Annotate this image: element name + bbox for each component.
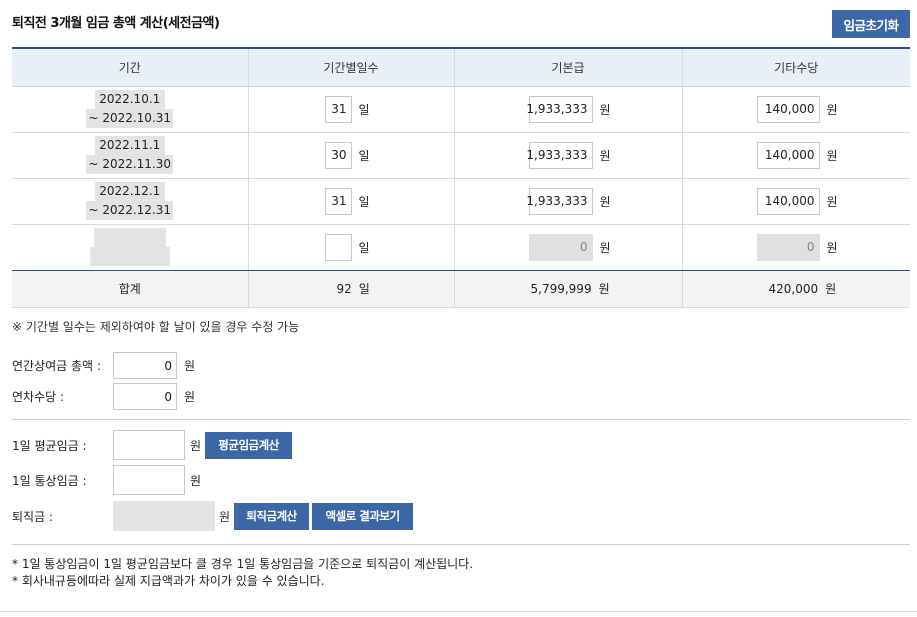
- won-unit: 원: [599, 148, 611, 163]
- period-start-blank: [93, 228, 166, 247]
- header-days: 기간별일수: [247, 47, 454, 87]
- divider: [12, 544, 910, 545]
- severance-row: 퇴직금 : 원 퇴직금계산 액셀로 결과보기: [12, 501, 414, 531]
- period-start: 2022.10.1: [94, 90, 165, 109]
- avg-wage-input[interactable]: [113, 430, 185, 460]
- bonus-input[interactable]: 0: [113, 352, 177, 379]
- day-unit: 일: [358, 102, 370, 117]
- header-period: 기간: [12, 47, 248, 87]
- severance-label: 퇴직금 :: [12, 509, 53, 524]
- other-allowance-input-disabled: 0: [756, 233, 820, 261]
- days-input[interactable]: 31: [324, 95, 352, 123]
- avg-wage-label: 1일 평균임금 :: [12, 438, 87, 453]
- won-unit: 원: [826, 240, 838, 255]
- bonus-row: 연간상여금 총액 : 0 원: [12, 352, 195, 379]
- calc-avg-wage-button[interactable]: 평균임금계산: [205, 431, 293, 459]
- annual-leave-input[interactable]: 0: [113, 383, 177, 410]
- wage-table: 기간 기간별일수 기본급 기타수당 2022.10.1 ~ 2022.10.31…: [12, 47, 910, 308]
- divider: [12, 419, 910, 420]
- period-cell-empty: [12, 228, 248, 266]
- base-pay-input[interactable]: 1,933,333: [526, 95, 593, 123]
- period-end-blank: [89, 247, 170, 266]
- won-unit: 원: [825, 282, 837, 296]
- days-input[interactable]: [324, 233, 352, 261]
- won-unit: 원: [184, 359, 196, 373]
- total-base-pay: 5,799,999: [530, 281, 592, 296]
- won-unit: 원: [599, 240, 611, 255]
- other-allowance-input[interactable]: 140,000: [756, 95, 820, 123]
- won-unit: 원: [826, 102, 838, 117]
- footnote: * 회사내규등에따라 실제 지급액과가 차이가 있을 수 있습니다.: [12, 574, 325, 588]
- table-row: 2022.10.1 ~ 2022.10.31 31 일 1,933,333 원 …: [12, 86, 910, 133]
- won-unit: 원: [598, 282, 610, 296]
- won-unit: 원: [184, 390, 196, 404]
- day-unit: 일: [358, 240, 370, 255]
- period-end: ~ 2022.11.30: [86, 155, 174, 174]
- other-allowance-input[interactable]: 140,000: [756, 141, 820, 169]
- won-unit: 원: [599, 102, 611, 117]
- base-pay-input[interactable]: 1,933,333: [526, 187, 593, 215]
- annual-leave-label: 연차수당 :: [12, 390, 65, 404]
- period-start: 2022.12.1: [94, 182, 165, 201]
- header-other-allowance: 기타수당: [681, 47, 910, 87]
- period-cell: 2022.11.1 ~ 2022.11.30: [12, 136, 248, 174]
- period-cell: 2022.10.1 ~ 2022.10.31: [12, 90, 248, 128]
- won-unit: 원: [190, 473, 202, 488]
- footnotes: * 1일 통상임금이 1일 평균임금보다 클 경우 1일 통상임금을 기준으로 …: [12, 556, 473, 590]
- table-row: 2022.11.1 ~ 2022.11.30 30 일 1,933,333 원 …: [12, 132, 910, 179]
- table-row: 일 0 원 0 원: [12, 224, 910, 271]
- footnote: * 1일 통상임금이 1일 평균임금보다 클 경우 1일 통상임금을 기준으로 …: [12, 557, 474, 571]
- period-cell: 2022.12.1 ~ 2022.12.31: [12, 182, 248, 220]
- total-row: 합계 92 일 5,799,999 원 420,000 원: [12, 270, 910, 308]
- ordinary-wage-label: 1일 통상임금 :: [12, 473, 87, 488]
- period-start: 2022.11.1: [94, 136, 165, 155]
- won-unit: 원: [826, 148, 838, 163]
- days-edit-note: ※ 기간별 일수는 제외하여야 할 날이 있을 경우 수정 가능: [12, 320, 300, 334]
- other-allowance-input[interactable]: 140,000: [756, 187, 820, 215]
- base-pay-input[interactable]: 1,933,333: [526, 141, 593, 169]
- annual-leave-row: 연차수당 : 0 원: [12, 383, 195, 410]
- won-unit: 원: [826, 194, 838, 209]
- total-label: 합계: [12, 270, 248, 308]
- page-title: 퇴직전 3개월 임금 총액 계산(세전금액): [12, 16, 220, 31]
- total-other-allowance: 420,000: [768, 281, 819, 296]
- severance-output: [113, 501, 215, 531]
- day-unit: 일: [358, 148, 370, 163]
- table-row: 2022.12.1 ~ 2022.12.31 31 일 1,933,333 원 …: [12, 178, 910, 225]
- ordinary-wage-input[interactable]: [113, 465, 185, 495]
- days-input[interactable]: 31: [324, 187, 352, 215]
- day-unit: 일: [358, 282, 370, 296]
- base-pay-input-disabled: 0: [528, 233, 593, 261]
- won-unit: 원: [190, 438, 202, 453]
- header-base-pay: 기본급: [453, 47, 682, 87]
- excel-result-button[interactable]: 액셀로 결과보기: [312, 502, 414, 530]
- calc-severance-button[interactable]: 퇴직금계산: [234, 502, 310, 530]
- avg-wage-row: 1일 평균임금 : 원 평균임금계산: [12, 430, 293, 460]
- total-days: 92: [336, 281, 352, 296]
- won-unit: 원: [219, 509, 231, 524]
- ordinary-wage-row: 1일 통상임금 : 원: [12, 465, 201, 495]
- won-unit: 원: [599, 194, 611, 209]
- days-input[interactable]: 30: [324, 141, 352, 169]
- bonus-label: 연간상여금 총액 :: [12, 359, 101, 373]
- reset-wage-button[interactable]: 임금초기화: [832, 10, 910, 38]
- day-unit: 일: [358, 194, 370, 209]
- period-end: ~ 2022.10.31: [86, 109, 174, 128]
- period-end: ~ 2022.12.31: [86, 201, 174, 220]
- bottom-border: [0, 611, 917, 612]
